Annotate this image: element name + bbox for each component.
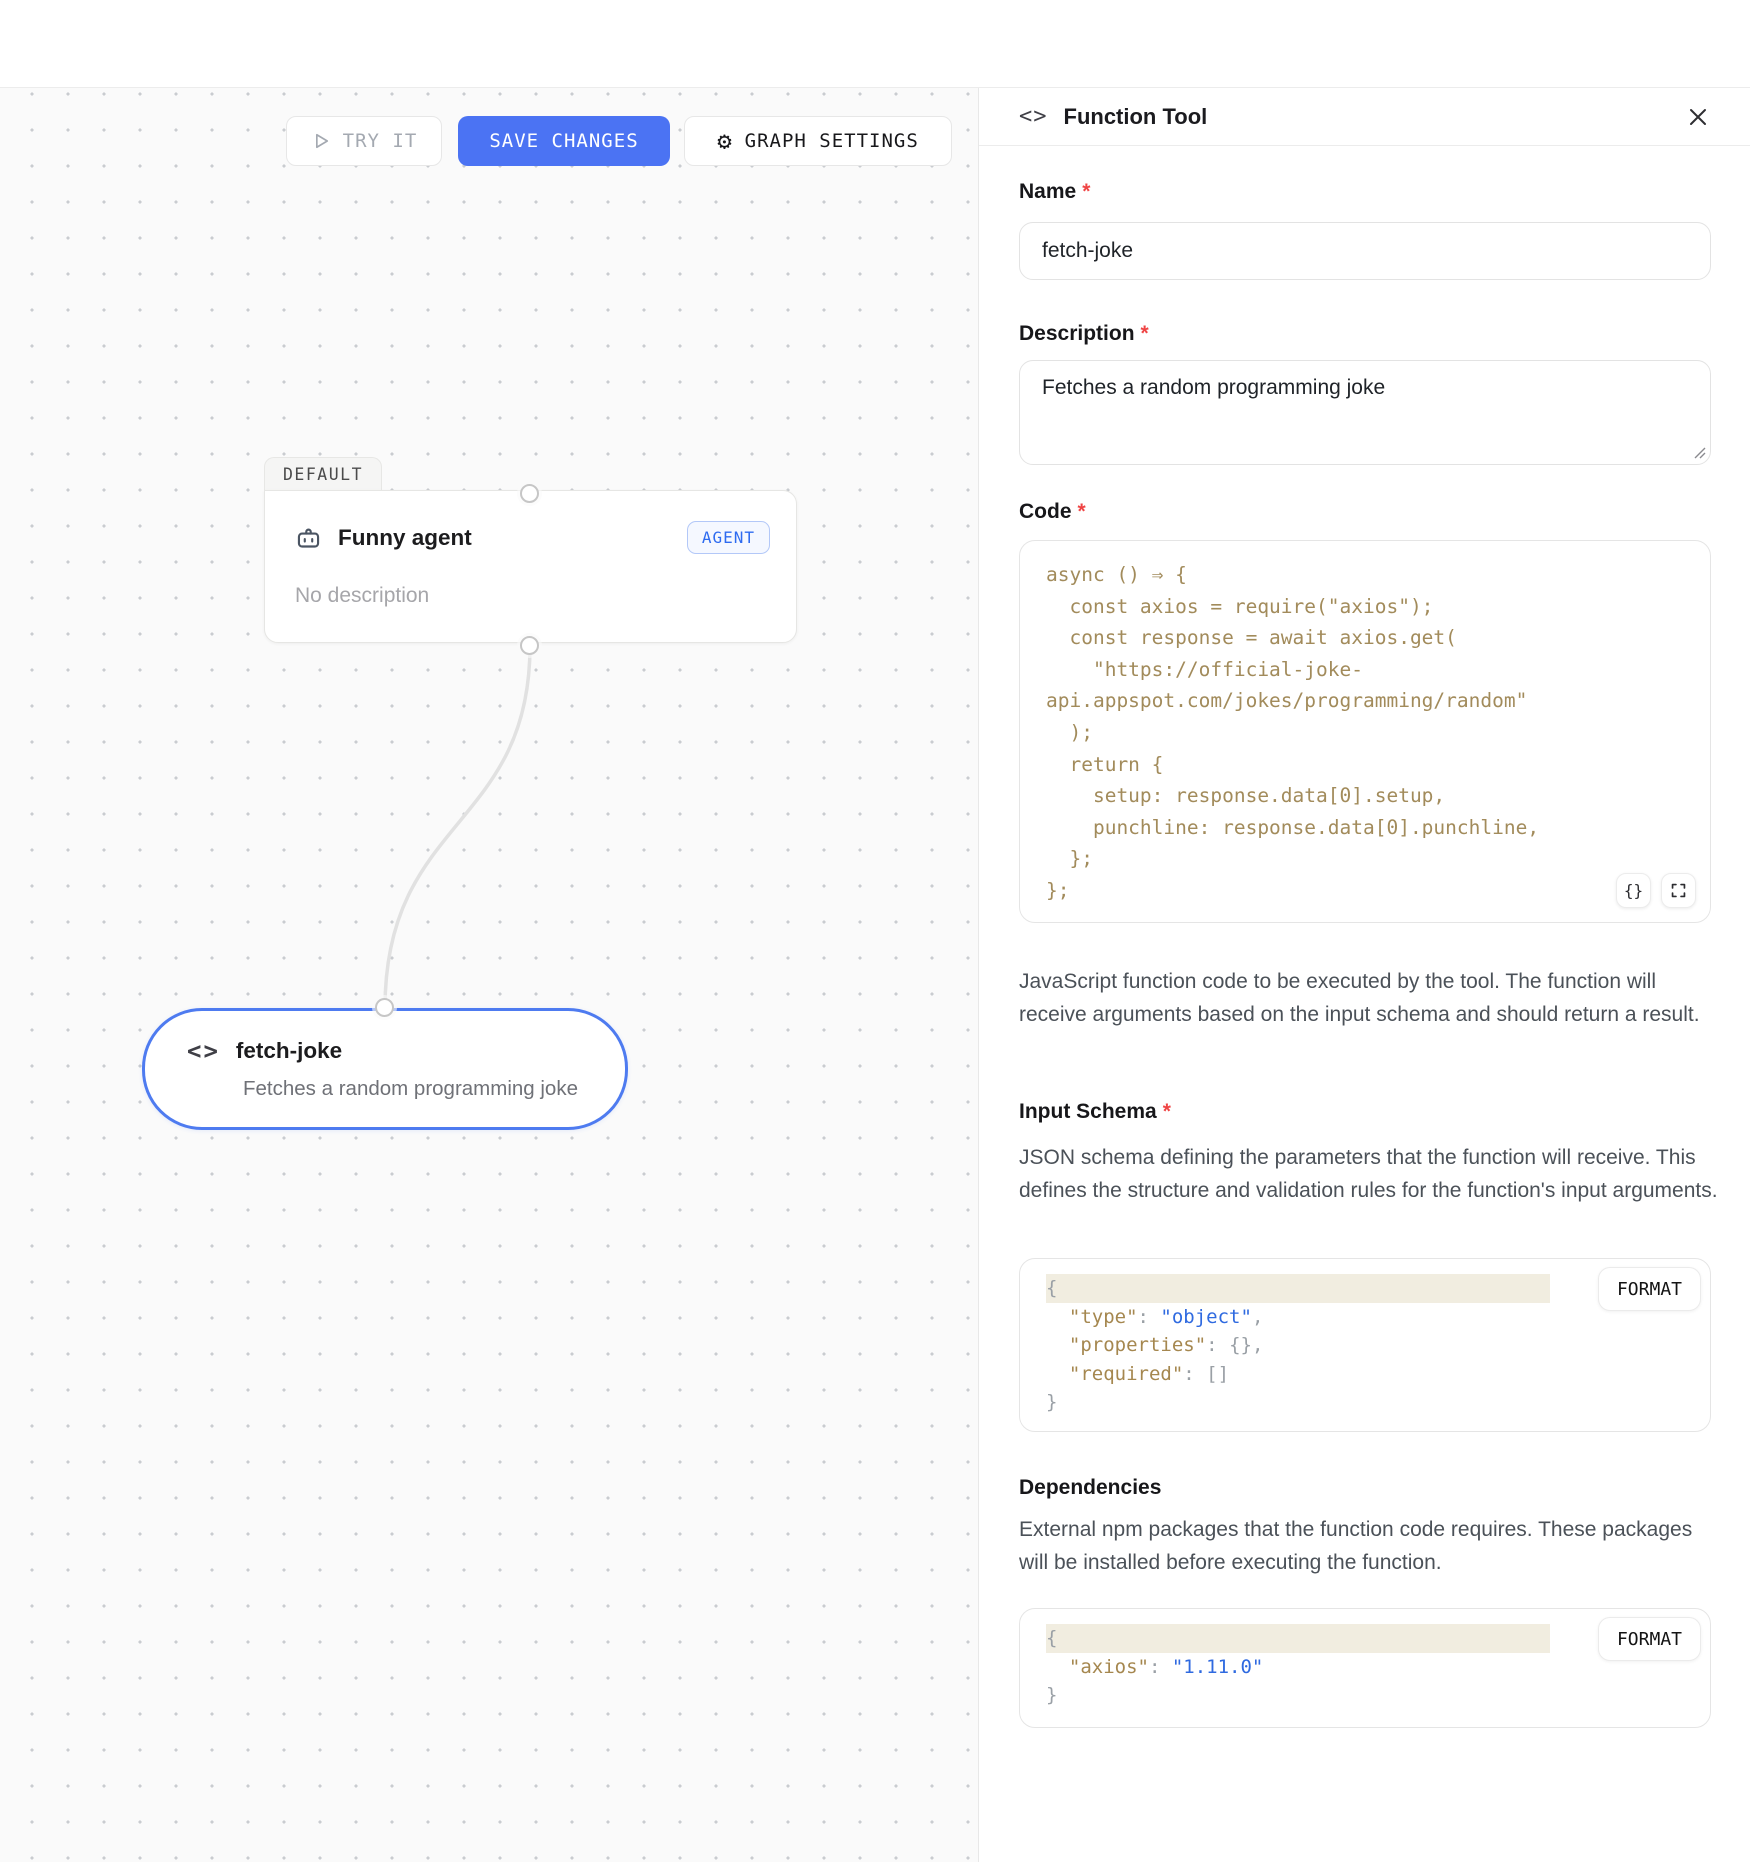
node-edge	[0, 88, 978, 1862]
node-fetch-joke[interactable]: <> fetch-joke Fetches a random programmi…	[142, 1008, 628, 1130]
required-asterisk: *	[1082, 180, 1090, 203]
dependencies-editor[interactable]: { "axios": "1.11.0"} FORMAT	[1019, 1608, 1711, 1728]
gear-icon: ⚙	[717, 129, 732, 153]
description-label: Description*	[1019, 322, 1149, 346]
graph-settings-button[interactable]: ⚙ GRAPH SETTINGS	[684, 116, 952, 166]
panel-title: Function Tool	[1064, 104, 1208, 130]
name-label: Name*	[1019, 180, 1090, 204]
graph-canvas[interactable]: TRY IT SAVE CHANGES ⚙ GRAPH SETTINGS DEF…	[0, 88, 978, 1862]
code-editor-lines: async () ⇒ { const axios = require("axio…	[1046, 559, 1690, 907]
tool-node-title: fetch-joke	[236, 1038, 342, 1064]
dependencies-help-text: External npm packages that the function …	[1019, 1514, 1719, 1579]
code-help-text: JavaScript function code to be executed …	[1019, 966, 1719, 1031]
try-it-label: TRY IT	[343, 130, 418, 152]
fullscreen-button[interactable]	[1661, 873, 1696, 908]
try-it-button[interactable]: TRY IT	[286, 116, 442, 166]
top-bar	[0, 0, 1750, 88]
code-icon: <>	[187, 1037, 220, 1065]
save-changes-button[interactable]: SAVE CHANGES	[458, 116, 670, 166]
code-editor[interactable]: async () ⇒ { const axios = require("axio…	[1019, 540, 1711, 923]
input-schema-label: Input Schema*	[1019, 1100, 1171, 1124]
function-tool-panel: <> Function Tool Name* Description* Fetc…	[978, 88, 1750, 1862]
node-funny-agent[interactable]: Funny agent AGENT No description	[264, 490, 797, 643]
dependencies-label: Dependencies	[1019, 1476, 1161, 1500]
close-icon[interactable]	[1684, 103, 1712, 131]
code-label: Code*	[1019, 500, 1086, 524]
required-asterisk: *	[1163, 1100, 1171, 1123]
input-schema-help-text: JSON schema defining the parameters that…	[1019, 1142, 1719, 1207]
tool-node-top-handle[interactable]	[375, 998, 394, 1017]
required-asterisk: *	[1078, 500, 1086, 523]
app-window: TRY IT SAVE CHANGES ⚙ GRAPH SETTINGS DEF…	[0, 0, 1750, 1862]
agent-node-top-handle[interactable]	[520, 484, 539, 503]
format-braces-button[interactable]: {}	[1616, 873, 1651, 908]
required-asterisk: *	[1141, 322, 1149, 345]
description-input[interactable]: Fetches a random programming joke	[1019, 360, 1711, 465]
tool-node-description: Fetches a random programming joke	[243, 1077, 578, 1101]
agent-node-title: Funny agent	[338, 525, 472, 551]
group-tab-default[interactable]: DEFAULT	[264, 457, 382, 491]
agent-node-description: No description	[295, 584, 429, 608]
input-schema-editor[interactable]: { "type": "object", "properties": {}, "r…	[1019, 1258, 1711, 1432]
save-changes-label: SAVE CHANGES	[489, 130, 638, 152]
fullscreen-icon	[1670, 882, 1687, 899]
agent-badge: AGENT	[687, 521, 770, 554]
graph-settings-label: GRAPH SETTINGS	[745, 130, 919, 152]
name-input[interactable]	[1019, 222, 1711, 280]
format-button[interactable]: FORMAT	[1598, 1617, 1701, 1661]
dependencies-lines: { "axios": "1.11.0"}	[1046, 1624, 1690, 1710]
input-schema-lines: { "type": "object", "properties": {}, "r…	[1046, 1274, 1690, 1417]
play-icon	[311, 131, 331, 151]
panel-header: <> Function Tool	[979, 88, 1750, 146]
robot-icon	[295, 524, 322, 551]
group-tab-label: DEFAULT	[283, 465, 363, 484]
braces-icon: {}	[1624, 881, 1643, 900]
agent-node-bottom-handle[interactable]	[520, 636, 539, 655]
format-button[interactable]: FORMAT	[1598, 1267, 1701, 1311]
code-icon: <>	[1019, 104, 1048, 129]
